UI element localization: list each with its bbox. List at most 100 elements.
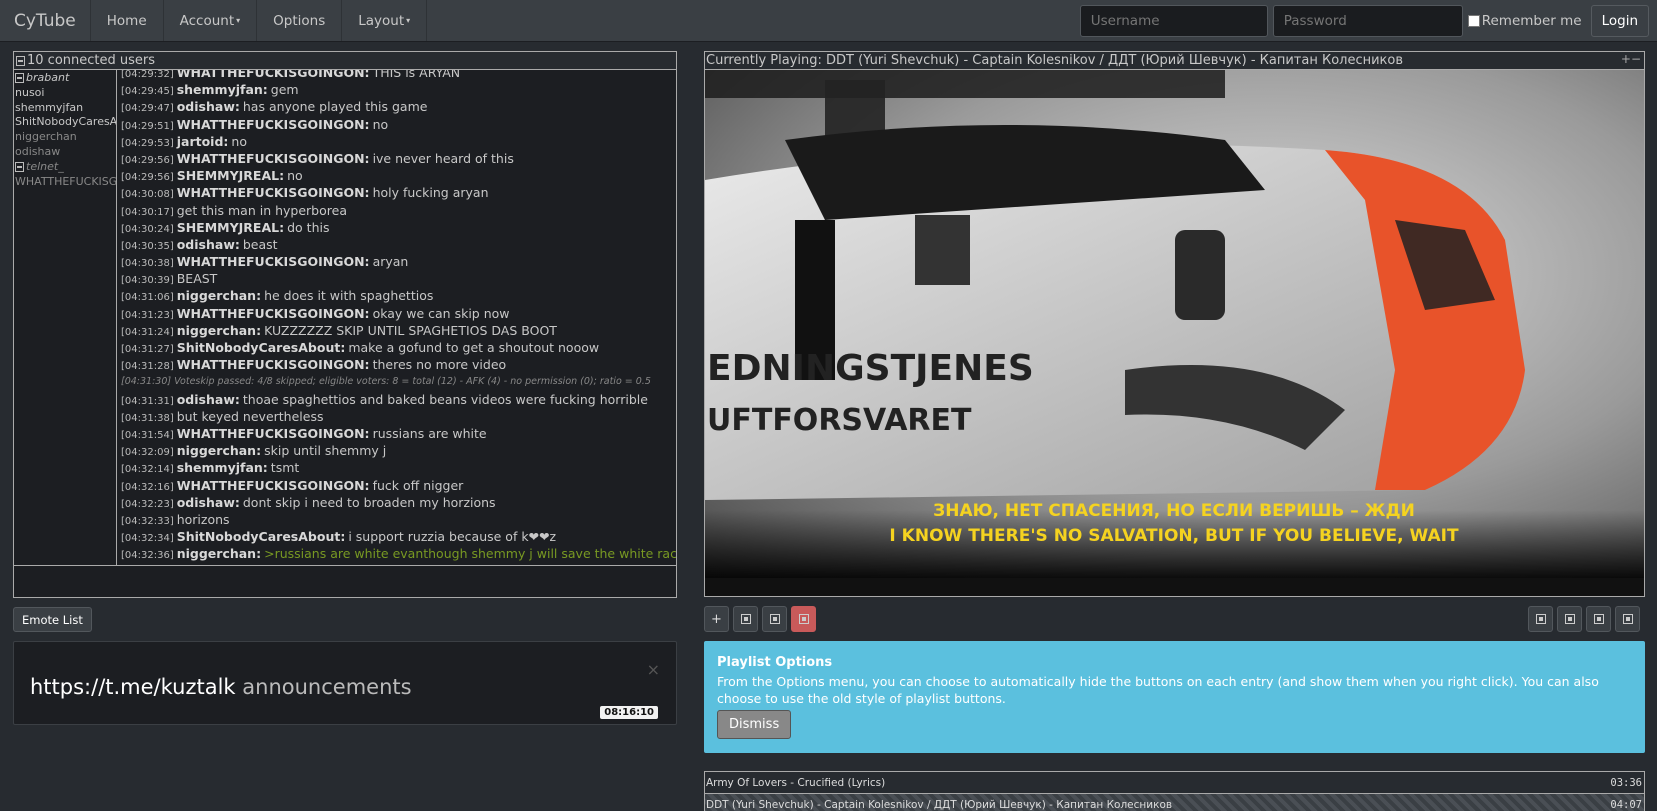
message-username[interactable]: ShitNobodyCaresAbout:	[177, 529, 346, 544]
message-timestamp: [04:30:24]	[121, 223, 174, 235]
announcement-box: https://t.me/kuztalk announcements × 08:…	[13, 641, 677, 725]
password-input[interactable]	[1272, 5, 1463, 37]
video-player[interactable]: EDNINGSTJENES UFTFORSVARET ЗНАЮ, НЕТ СПА…	[705, 70, 1644, 578]
message-text: THIS is ARYAN	[372, 70, 461, 80]
chat-message: [04:29:53] jartoid: no	[121, 133, 676, 150]
message-username[interactable]: WHATTHEFUCKISGOINGON:	[177, 426, 370, 441]
chat-message: [04:30:39] BEAST	[121, 270, 676, 287]
chat-message: [04:31:28] WHATTHEFUCKISGOINGON: theres no…	[121, 356, 676, 373]
message-text: make a gofund to get a shoutout nooow	[348, 340, 600, 355]
message-username[interactable]: niggerchan:	[177, 323, 261, 338]
message-timestamp: [04:30:35]	[121, 240, 174, 252]
nav-options-label: Options	[273, 12, 326, 29]
add-media-button[interactable]: +	[704, 606, 729, 632]
user-name: shemmyjfan	[15, 100, 84, 114]
user-list-item[interactable]: brabant	[14, 71, 116, 86]
subtitle-ru: ЗНАЮ, НЕТ СПАСЕНИЯ, НО ЕСЛИ ВЕРИШЬ – ЖДИ	[933, 501, 1415, 521]
resize-video-controls[interactable]: +−	[1621, 52, 1641, 66]
announcement-link[interactable]: https://t.me/kuztalk	[30, 675, 236, 699]
message-username[interactable]: WHATTHEFUCKISGOINGON:	[177, 357, 370, 372]
brand-logo[interactable]: CyTube	[0, 0, 90, 41]
hide-player-button[interactable]	[1586, 606, 1611, 632]
message-timestamp: [04:32:16]	[121, 481, 174, 493]
message-text: do this	[287, 219, 330, 235]
remember-checkbox[interactable]	[1467, 15, 1480, 27]
message-timestamp: [04:32:23]	[121, 498, 174, 510]
fullscreen-button[interactable]	[1557, 606, 1582, 632]
chat-message: [04:30:24] SHEMMYJREAL: do this	[121, 219, 676, 236]
nav-account[interactable]: Account ▾	[162, 0, 257, 41]
chat-messages: [04:29:32] WHATTHEFUCKISGOINGON: THIS is A…	[118, 70, 676, 577]
playlist-item-title[interactable]: DDT (Yuri Shevchuk) - Captain Kolesnikov…	[706, 799, 1172, 811]
message-username[interactable]: odishaw:	[177, 237, 240, 252]
playlist-settings-button[interactable]	[1615, 606, 1640, 632]
message-username[interactable]: niggerchan:	[177, 288, 261, 303]
nav-home[interactable]: Home	[89, 0, 163, 41]
search-library-button[interactable]	[733, 606, 758, 632]
message-username[interactable]: WHATTHEFUCKISGOINGON:	[177, 70, 370, 80]
message-text: >russians are white evanthough shemmy j …	[264, 546, 676, 562]
login-area: Remember me Login	[1079, 0, 1657, 42]
message-username[interactable]: WHATTHEFUCKISGOINGON:	[177, 478, 370, 493]
close-icon[interactable]: ×	[647, 660, 660, 679]
message-username[interactable]: WHATTHEFUCKISGOINGON:	[177, 151, 370, 166]
chat-input[interactable]	[13, 565, 677, 598]
refresh-player-button[interactable]	[1528, 606, 1553, 632]
alert-body: From the Options menu, you can choose to…	[717, 674, 1599, 706]
user-name: niggerchan	[15, 130, 77, 144]
dismiss-button[interactable]: Dismiss	[717, 710, 792, 739]
message-timestamp: [04:29:51]	[121, 120, 174, 132]
nav-options[interactable]: Options	[256, 0, 341, 41]
user-list-item[interactable]: WHATTHEFUCKISGOINGON	[14, 175, 116, 190]
voteskip-button[interactable]	[791, 606, 816, 632]
message-username[interactable]: WHATTHEFUCKISGOINGON:	[177, 117, 370, 132]
chat-message: [04:29:51] WHATTHEFUCKISGOINGON: no	[121, 116, 676, 133]
message-timestamp: [04:31:31]	[121, 395, 174, 407]
message-username[interactable]: shemmyjfan:	[177, 460, 268, 475]
user-list-item[interactable]: odishaw	[14, 145, 116, 160]
user-list-item[interactable]: ShitNobodyCaresAbout	[14, 115, 116, 130]
message-username[interactable]: jartoid:	[177, 134, 229, 149]
chat-message: [04:31:54] WHATTHEFUCKISGOINGON: russians …	[121, 425, 676, 442]
fullscreen-icon	[1564, 614, 1575, 624]
message-text: skip until shemmy j	[264, 443, 387, 459]
message-username[interactable]: odishaw:	[177, 495, 240, 510]
playlist-item[interactable]: Army Of Lovers - Crucified (Lyrics) 03:36	[704, 771, 1645, 793]
user-rank-icon	[15, 73, 24, 84]
message-timestamp: [04:32:09]	[121, 447, 174, 459]
chat-header[interactable]: 10 connected users	[14, 52, 676, 70]
login-button[interactable]: Login	[1590, 5, 1649, 37]
playlist-item-title[interactable]: Army Of Lovers - Crucified (Lyrics)	[706, 777, 885, 789]
message-username[interactable]: SHEMMYJREAL:	[177, 168, 284, 183]
remember-me[interactable]: Remember me	[1467, 13, 1582, 29]
chat-message: [04:30:38] WHATTHEFUCKISGOINGON: aryan	[121, 253, 676, 270]
message-text: tsmt	[270, 460, 300, 476]
message-text: gem	[270, 82, 299, 98]
user-list-item[interactable]: telnet_	[14, 160, 116, 175]
message-username[interactable]: SHEMMYJREAL:	[177, 220, 284, 235]
nav-layout[interactable]: Layout ▾	[341, 0, 428, 41]
user-list-item[interactable]: nusoi	[14, 86, 116, 101]
message-username[interactable]: WHATTHEFUCKISGOINGON:	[177, 254, 370, 269]
message-username[interactable]: shemmyjfan:	[177, 82, 268, 97]
emote-list-button[interactable]: Emote List	[13, 607, 92, 632]
user-list-item[interactable]: niggerchan	[14, 130, 116, 145]
user-name: telnet_	[26, 159, 64, 173]
playlist-item-active[interactable]: DDT (Yuri Shevchuk) - Captain Kolesnikov…	[704, 793, 1645, 811]
message-username[interactable]: niggerchan:	[177, 546, 261, 561]
video-panel: Currently Playing: DDT (Yuri Shevchuk) -…	[704, 51, 1645, 597]
message-timestamp: [04:29:53]	[121, 137, 174, 149]
message-username[interactable]: ShitNobodyCaresAbout:	[177, 340, 346, 355]
userlist-toggle-icon[interactable]	[16, 55, 25, 66]
message-timestamp: [04:32:14]	[121, 464, 174, 476]
message-username[interactable]: odishaw:	[177, 99, 240, 114]
message-username[interactable]: niggerchan:	[177, 443, 261, 458]
custom-embed-button[interactable]	[762, 606, 787, 632]
message-timestamp: [04:29:32]	[121, 70, 174, 80]
message-username[interactable]: WHATTHEFUCKISGOINGON:	[177, 185, 370, 200]
user-list-item[interactable]: shemmyjfan	[14, 101, 116, 116]
message-username[interactable]: odishaw:	[177, 392, 240, 407]
server-message: [04:31:30] Voteskip passed: 4/8 skipped; …	[121, 373, 676, 390]
message-username[interactable]: WHATTHEFUCKISGOINGON:	[177, 306, 370, 321]
username-input[interactable]	[1079, 5, 1268, 37]
